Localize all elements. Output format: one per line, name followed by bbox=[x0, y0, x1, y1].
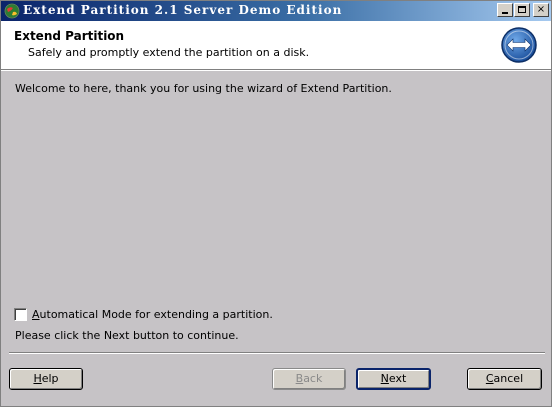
title-bar[interactable]: Extend Partition 2.1 Server Demo Edition… bbox=[1, 1, 551, 21]
help-label: elp bbox=[41, 372, 59, 385]
page-subtitle: Safely and promptly extend the partition… bbox=[28, 46, 310, 59]
cancel-button[interactable]: Cancel bbox=[467, 368, 542, 390]
window-title: Extend Partition 2.1 Server Demo Edition bbox=[23, 3, 343, 17]
instruction-text: Please click the Next button to continue… bbox=[15, 329, 239, 342]
auto-mode-label-text: utomatical Mode for extending a partitio… bbox=[39, 308, 273, 321]
maximize-icon bbox=[518, 6, 526, 13]
help-mnemonic: H bbox=[33, 372, 42, 385]
auto-mode-label[interactable]: Automatical Mode for extending a partiti… bbox=[32, 308, 273, 321]
page-title: Extend Partition bbox=[14, 29, 125, 43]
auto-mode-checkbox[interactable] bbox=[14, 308, 27, 321]
maximize-button[interactable] bbox=[514, 3, 530, 17]
next-mnemonic: N bbox=[380, 372, 389, 385]
back-button[interactable]: Back bbox=[272, 368, 346, 390]
next-button[interactable]: Next bbox=[356, 368, 431, 390]
minimize-button[interactable] bbox=[497, 3, 513, 17]
globe-icon bbox=[4, 3, 20, 19]
next-label: ext bbox=[388, 372, 407, 385]
minimize-icon bbox=[502, 12, 508, 14]
double-arrow-icon bbox=[501, 27, 537, 63]
wizard-window: Extend Partition 2.1 Server Demo Edition… bbox=[0, 0, 552, 407]
cancel-label: ancel bbox=[493, 372, 524, 385]
close-icon: × bbox=[536, 4, 546, 15]
cancel-mnemonic: C bbox=[485, 372, 494, 385]
footer-divider bbox=[9, 352, 545, 354]
welcome-text: Welcome to here, thank you for using the… bbox=[15, 82, 392, 95]
back-label: ack bbox=[303, 372, 323, 385]
header-divider bbox=[1, 70, 551, 71]
help-button[interactable]: Help bbox=[9, 368, 83, 390]
wizard-header: Extend Partition Safely and promptly ext… bbox=[1, 21, 551, 70]
auto-mode-mnemonic: A bbox=[32, 308, 40, 321]
close-button[interactable]: × bbox=[533, 3, 549, 17]
